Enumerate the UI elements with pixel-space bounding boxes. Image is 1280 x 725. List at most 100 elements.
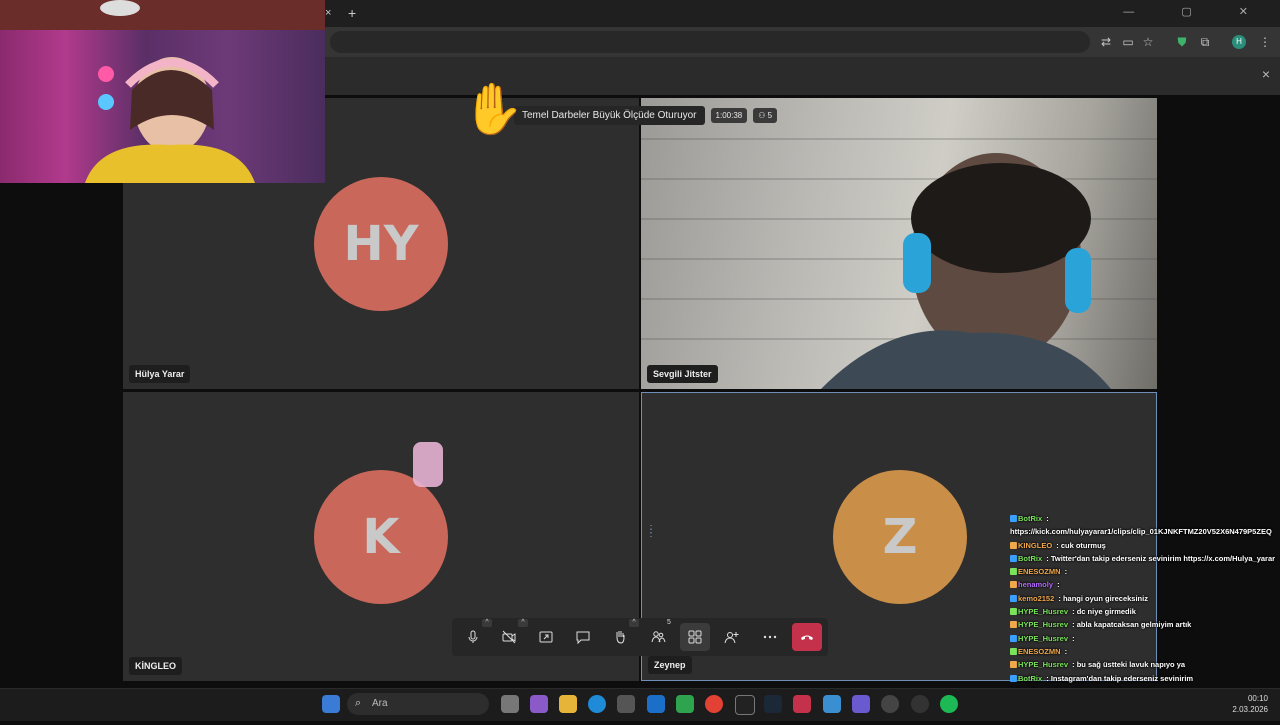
add-person-icon [724, 632, 739, 644]
chat-username: BotRix [1018, 514, 1043, 523]
spotify-icon[interactable] [940, 695, 958, 713]
app-red-icon[interactable] [793, 695, 811, 713]
more-icon [763, 635, 777, 639]
epic-games-icon[interactable] [735, 695, 755, 715]
chat-username: ENESOZMN [1018, 646, 1061, 656]
start-menu-icon[interactable] [322, 695, 340, 713]
participant-tile-2[interactable]: Sevgili Jitster [641, 98, 1157, 389]
participant-avatar: Z [833, 470, 967, 604]
extensions-icon[interactable]: ⧉ [1196, 33, 1214, 51]
app-circle-icon[interactable] [911, 695, 929, 713]
resize-handle[interactable]: ⋮ ⋮ [646, 525, 656, 539]
chat-text: : cuk oturmuş [1054, 540, 1106, 550]
chat-message: ENESOZMN : [1010, 565, 1280, 578]
obs-icon[interactable] [881, 695, 899, 713]
phone-hangup-icon [801, 635, 813, 640]
cast-icon[interactable]: ▭ [1119, 33, 1137, 51]
chat-username: HYPE_Husrev [1018, 633, 1069, 643]
reactions-caret[interactable]: ^ [629, 619, 639, 627]
chat-text: : [1070, 633, 1075, 643]
streamer-webcam-scene [0, 0, 325, 183]
chat-message: HYPE_Husrev : abla kapatcaksan gelmiyim … [1010, 618, 1280, 631]
participant-count-badge[interactable]: ⚇ 5 [753, 107, 778, 123]
edge-icon[interactable] [588, 695, 606, 713]
copilot-icon[interactable] [530, 695, 548, 713]
chat-badge-icon [1010, 647, 1017, 655]
translate-icon[interactable]: ⇄ [1097, 33, 1115, 51]
participant-video [641, 98, 1157, 389]
outlook-icon[interactable] [647, 695, 665, 713]
chat-text: : Twitter'dan takip ederseniz sevinirim … [1044, 553, 1276, 563]
task-view-icon[interactable] [501, 695, 519, 713]
participant-name: KİNGLEO [129, 657, 183, 675]
chat-text: : [1044, 514, 1049, 523]
chat-message: ENESOZMN : [1010, 645, 1280, 658]
chat-badge-icon [1010, 541, 1017, 549]
tab-close-button[interactable]: × [325, 7, 331, 19]
shield-extension-icon[interactable]: ⛊ [1173, 33, 1191, 51]
chat-text: : [1062, 646, 1068, 656]
camera-off-icon [502, 630, 516, 644]
chat-text: : [1055, 580, 1060, 590]
avatar-initials: HY [343, 216, 419, 272]
taskbar-clock[interactable]: 00:10 2.03.2026 [1232, 693, 1268, 715]
chat-badge-icon [1010, 594, 1017, 602]
store-icon[interactable] [617, 695, 635, 713]
participant-name: Sevgili Jitster [647, 365, 718, 383]
chat-username: HYPE_Husrev [1018, 607, 1069, 617]
steam-icon[interactable] [764, 695, 782, 713]
app-purple-icon[interactable] [852, 695, 870, 713]
chat-badge-icon [1010, 674, 1017, 682]
window-controls[interactable]: — ▢ ✕ [1123, 5, 1270, 18]
raise-hand-button[interactable]: ^ [605, 619, 639, 651]
chat-button[interactable] [568, 623, 598, 651]
new-tab-button[interactable]: + [348, 5, 356, 21]
chat-message: HYPE_Husrev : dc niye girmedik [1010, 605, 1280, 618]
participants-button[interactable]: 5 [643, 619, 673, 651]
chat-text: : dc niye girmedik [1070, 607, 1136, 617]
taskbar-search[interactable]: ⌕ Ara [347, 693, 489, 715]
clock-time: 00:10 [1247, 694, 1268, 703]
hang-up-button[interactable] [792, 623, 822, 651]
menu-kebab-icon[interactable]: ⋮ [1256, 33, 1274, 51]
chat-message: https://kick.com/hulyayarar1/clips/clip_… [1010, 525, 1280, 538]
streamer-webcam [0, 0, 325, 183]
chat-badge-icon [1010, 515, 1017, 522]
chat-text: https://kick.com/hulyayarar1/clips/clip_… [1010, 527, 1272, 537]
mic-button[interactable]: ^ [458, 619, 492, 651]
chat-text: : Instagram'dan takip ederseniz seviniri… [1044, 673, 1194, 683]
app-blue-icon[interactable] [823, 695, 841, 713]
chat-badge-icon [1010, 621, 1017, 629]
chat-username: BotRix [1018, 553, 1043, 563]
more-options-button[interactable] [755, 623, 785, 651]
address-bar[interactable] [330, 31, 1090, 53]
participant-name: Hülya Yarar [129, 365, 191, 383]
chat-text: : hangi oyun gireceksiniz [1056, 593, 1148, 603]
participants-count: 5 [667, 619, 671, 626]
meeting-title: Temel Darbeler Büyük Ölçüde Oturuyor [514, 105, 705, 125]
mic-options-caret[interactable]: ^ [482, 619, 492, 627]
people-icon [651, 631, 666, 643]
chat-message: HYPE_Husrev : bu sağ üstteki lavuk napıy… [1010, 658, 1280, 671]
close-panel-button[interactable]: × [1262, 66, 1270, 82]
chat-message: kemo2152 : hangi oyun gireceksiniz [1010, 592, 1280, 605]
chat-username: ENESOZMN [1018, 567, 1061, 577]
chat-text: : abla kapatcaksan gelmiyim artık [1070, 620, 1192, 630]
share-screen-button[interactable] [531, 623, 561, 651]
camera-options-caret[interactable]: ^ [518, 619, 528, 627]
add-participant-button[interactable] [717, 623, 747, 651]
profile-avatar[interactable]: H [1232, 35, 1246, 49]
camera-button[interactable]: ^ [494, 619, 528, 651]
share-icon [539, 631, 553, 643]
chat-message: BotRix : Instagram'dan takip ederseniz s… [1010, 672, 1280, 685]
chat-username: kemo2152 [1018, 593, 1055, 603]
chrome-icon[interactable] [705, 695, 723, 713]
file-explorer-icon[interactable] [559, 695, 577, 713]
bookmark-star-icon[interactable]: ☆ [1139, 33, 1157, 51]
view-layout-button[interactable] [680, 623, 710, 651]
clock-date: 2.03.2026 [1232, 705, 1268, 714]
chat-badge-icon [1010, 581, 1017, 589]
hand-icon [616, 631, 625, 644]
search-placeholder: Ara [372, 698, 388, 709]
xbox-icon[interactable] [676, 695, 694, 713]
